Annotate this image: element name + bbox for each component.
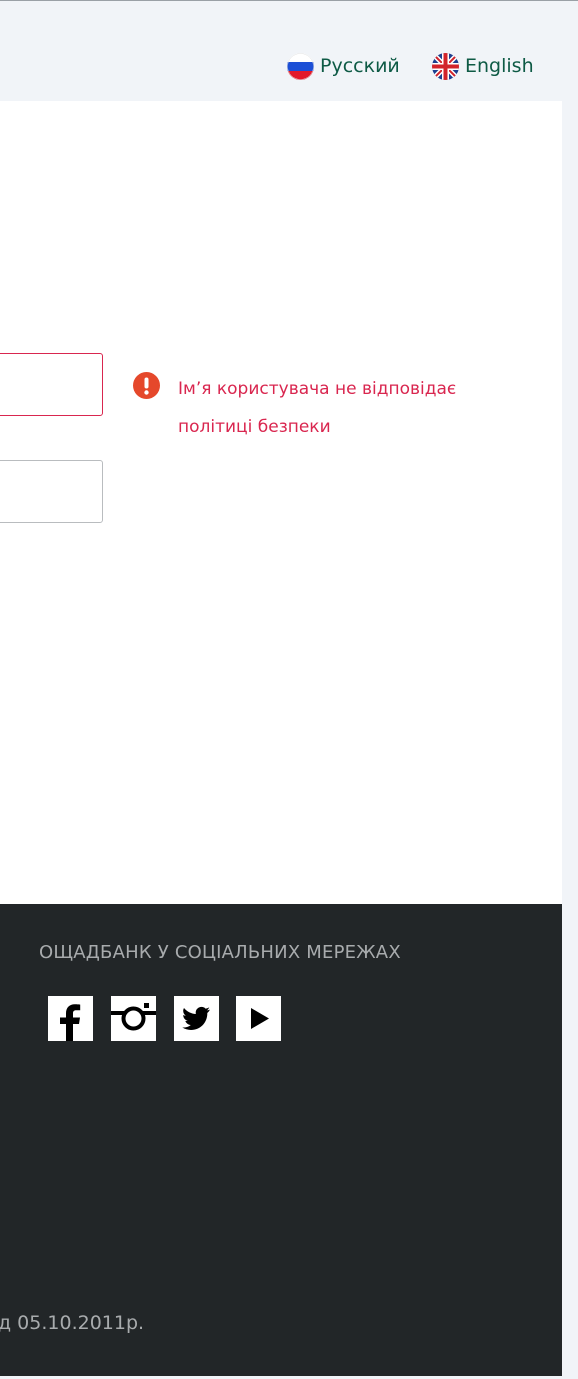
youtube-icon [251, 1008, 269, 1029]
username-input[interactable] [0, 353, 103, 416]
exclamation-circle-icon [133, 372, 160, 399]
social-networks-title: ОЩАДБАНК У СОЦІАЛЬНИХ МЕРЕЖАХ [39, 942, 401, 963]
header: Русский English [0, 1, 578, 101]
language-english-link[interactable]: English [432, 51, 534, 81]
instagram-link[interactable] [111, 996, 156, 1041]
language-russian-label: Русский [320, 55, 400, 77]
right-gutter [562, 101, 578, 1379]
language-english-label: English [465, 55, 534, 77]
language-russian-link[interactable]: Русский [287, 51, 400, 81]
youtube-link[interactable] [236, 996, 281, 1041]
facebook-icon [60, 1004, 81, 1041]
twitter-link[interactable] [174, 996, 219, 1041]
facebook-link[interactable] [48, 996, 93, 1041]
footer [0, 904, 562, 1376]
instagram-icon [111, 1003, 156, 1031]
password-input[interactable] [0, 460, 103, 523]
twitter-icon [182, 1006, 210, 1030]
russia-flag-icon [287, 52, 314, 80]
username-error-message: Ім’я користувача не відповідає політиці … [178, 379, 457, 437]
uk-flag-icon [432, 52, 459, 80]
license-note: д 05.10.2011р. [0, 1312, 145, 1334]
